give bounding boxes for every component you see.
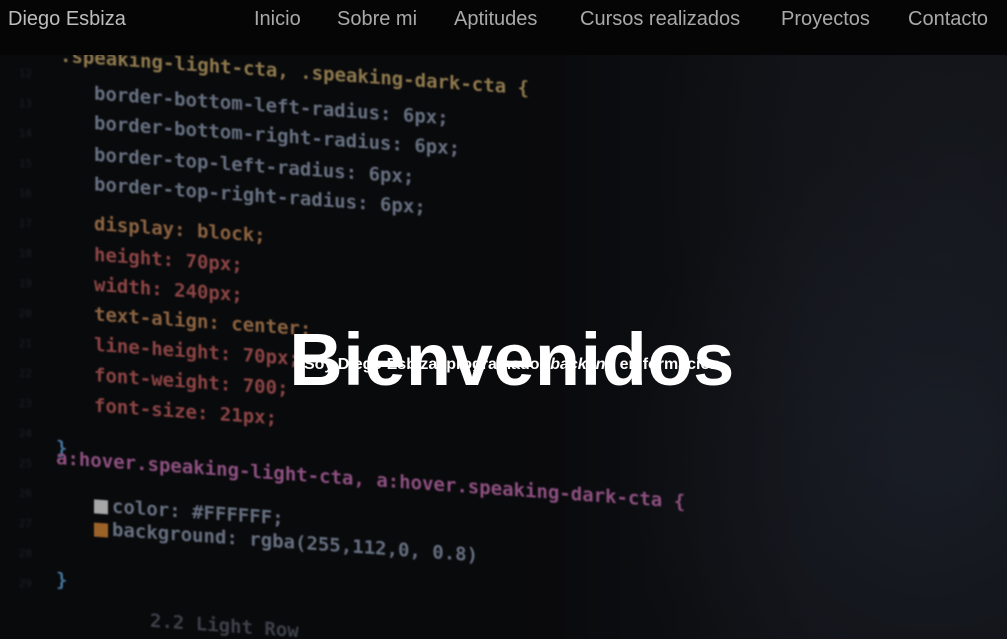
subtitle-emphasis: backend xyxy=(550,356,616,373)
navbar: Diego Esbiza Inicio Sobre mi Aptitudes C… xyxy=(0,0,1007,55)
nav-link-sobre-mi[interactable]: Sobre mi xyxy=(337,6,417,32)
nav-link-inicio[interactable]: Inicio xyxy=(254,6,301,32)
subtitle-text-end: en formación xyxy=(615,356,721,373)
nav-link-cursos-realizados[interactable]: Cursos realizados xyxy=(580,6,740,32)
nav-links: Inicio Sobre mi Aptitudes Cursos realiza… xyxy=(0,6,1007,32)
nav-link-proyectos[interactable]: Proyectos xyxy=(781,6,870,32)
subtitle-text: Soy Diego Esbiza, programador xyxy=(303,356,551,373)
hero-section: 12 13 14 15 16 17 18 19 20 21 22 23 24 2… xyxy=(0,55,1007,639)
nav-link-aptitudes[interactable]: Aptitudes xyxy=(454,6,537,32)
hero-subtitle: Soy Diego Esbiza, programador backend en… xyxy=(0,355,1007,375)
nav-link-contacto[interactable]: Contacto xyxy=(908,6,988,32)
